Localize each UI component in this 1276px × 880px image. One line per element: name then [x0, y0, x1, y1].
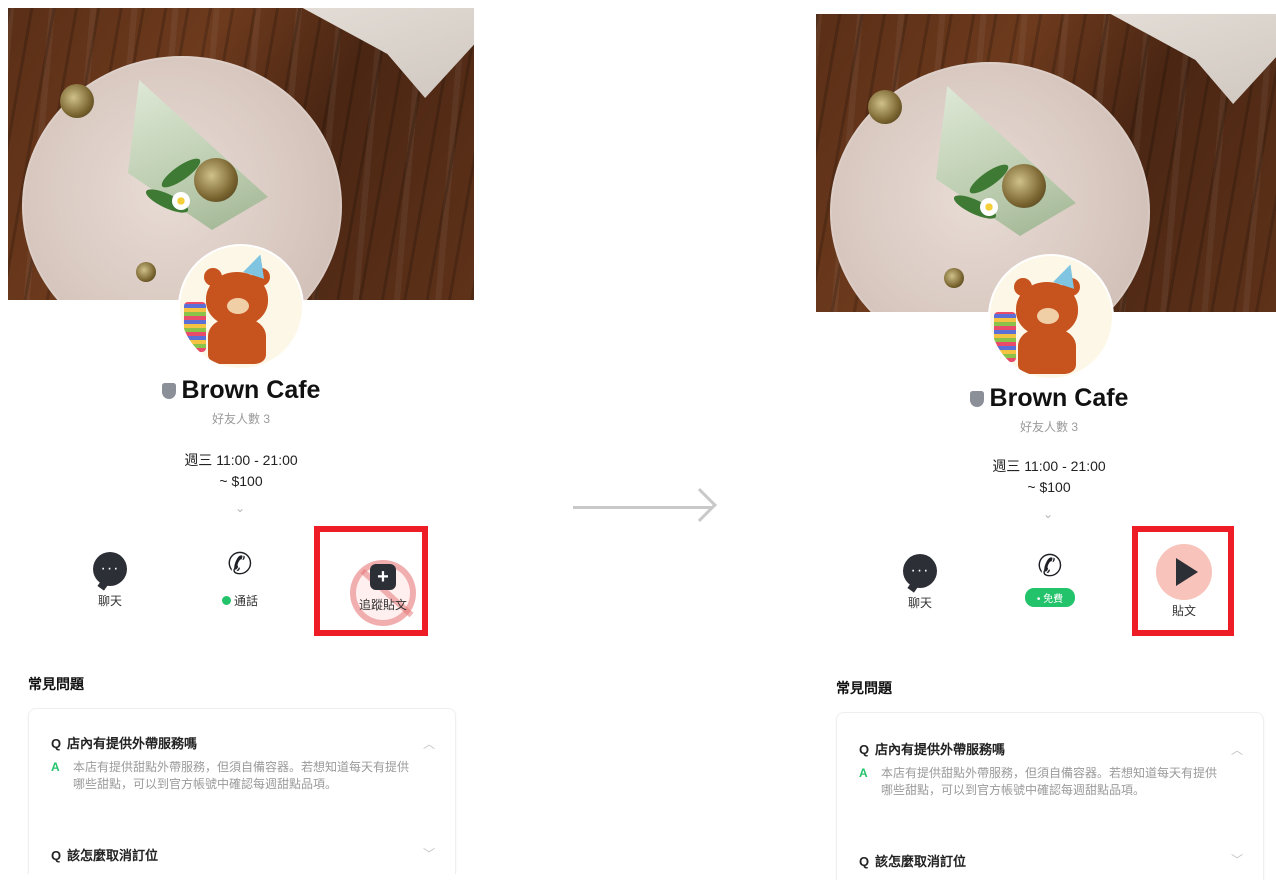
call-button[interactable]: ✆ 通話	[200, 548, 280, 609]
highlight-box	[1132, 526, 1234, 636]
faq-title: 常見問題	[836, 680, 892, 696]
faq-question[interactable]: Q 該怎麼取消訂位	[859, 851, 966, 870]
chat-bubble-icon: ···	[93, 552, 127, 586]
chat-button[interactable]: ··· 聊天	[70, 552, 150, 609]
faq-card: Q 店內有提供外帶服務嗎 ︿ A 本店有提供甜點外帶服務，但須自備容器。若想知道每天…	[28, 708, 456, 874]
page-title: Brown Cafe	[8, 376, 474, 405]
phone-icon: ✆	[1037, 550, 1063, 583]
avatar[interactable]	[178, 244, 304, 370]
right-arrow-head	[683, 488, 717, 522]
shield-icon	[161, 383, 176, 399]
highlight-box	[314, 526, 428, 636]
faq-title: 常見問題	[28, 676, 84, 692]
faq-question[interactable]: Q 該怎麼取消訂位	[51, 845, 158, 864]
free-call-badge: • 免費	[1024, 588, 1076, 607]
profile-before: Brown Cafe 好友人數 3 週三 11:00 - 21:00 ~ $100…	[8, 8, 474, 874]
avatar[interactable]	[988, 254, 1114, 380]
chevron-up-icon[interactable]: ︿	[423, 735, 435, 752]
chevron-down-icon[interactable]: ⌄	[1042, 508, 1054, 520]
page-title: Brown Cafe	[816, 384, 1276, 413]
faq-card: Q 店內有提供外帶服務嗎 ︿ A 本店有提供甜點外帶服務，但須自備容器。若想知道每天…	[836, 712, 1264, 880]
friend-count: 好友人數 3	[211, 412, 270, 426]
friend-count: 好友人數 3	[1019, 420, 1078, 434]
chevron-down-icon[interactable]: ﹀	[423, 845, 435, 862]
phone-icon: ✆	[227, 548, 253, 581]
chevron-up-icon[interactable]: ︿	[1231, 741, 1243, 758]
chevron-down-icon[interactable]: ﹀	[1231, 851, 1243, 868]
faq-question[interactable]: Q 店內有提供外帶服務嗎	[51, 733, 197, 752]
hours: 週三 11:00 - 21:00 ~ $100	[992, 458, 1106, 495]
hours: 週三 11:00 - 21:00 ~ $100	[184, 452, 298, 489]
shield-icon	[969, 391, 984, 407]
chat-bubble-icon: ···	[903, 554, 937, 588]
profile-after: Brown Cafe 好友人數 3 週三 11:00 - 21:00 ~ $100…	[816, 14, 1276, 880]
chat-button[interactable]: ··· 聊天	[880, 554, 960, 611]
chevron-down-icon[interactable]: ⌄	[234, 502, 246, 514]
faq-question[interactable]: Q 店內有提供外帶服務嗎	[859, 739, 1005, 758]
call-button[interactable]: ✆ • 免費	[1010, 550, 1090, 607]
faq-answer: A 本店有提供甜點外帶服務，但須自備容器。若想知道每天有提供哪些甜點，可以到官方帳…	[51, 760, 410, 791]
faq-answer: A 本店有提供甜點外帶服務，但須自備容器。若想知道每天有提供哪些甜點，可以到官方帳…	[859, 766, 1218, 797]
